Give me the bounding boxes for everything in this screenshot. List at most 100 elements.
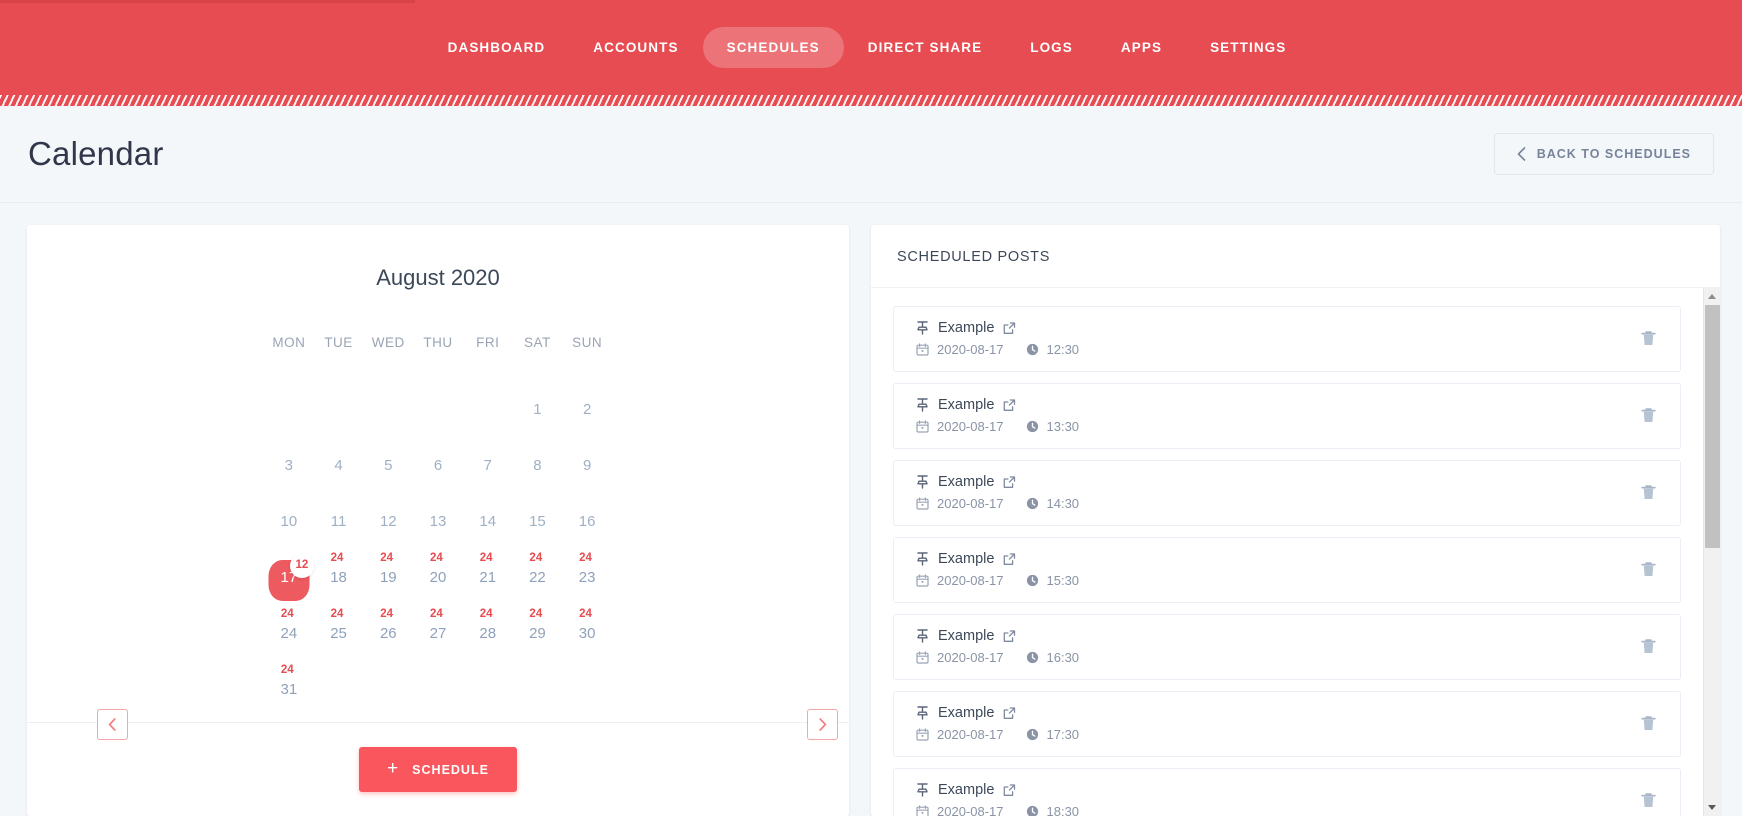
external-link-icon[interactable] (1003, 629, 1016, 643)
day-number[interactable]: 8 (533, 458, 541, 473)
back-to-schedules-button[interactable]: BACK TO SCHEDULES (1493, 133, 1714, 175)
day-number[interactable]: 26 (380, 626, 397, 641)
delete-post-button[interactable] (1635, 324, 1662, 353)
external-link-icon[interactable] (1003, 398, 1016, 412)
scheduled-post-row[interactable]: Example 2020-08-17 13:30 (893, 383, 1681, 449)
delete-post-button[interactable] (1635, 401, 1662, 430)
day-number[interactable]: 24 (281, 626, 298, 641)
nav-item-logs[interactable]: LOGS (1006, 27, 1097, 68)
day-number[interactable]: 14 (479, 514, 496, 529)
day-number[interactable]: 23 (579, 570, 596, 585)
nav-item-schedules[interactable]: SCHEDULES (702, 27, 844, 68)
schedule-button[interactable]: + SCHEDULE (359, 747, 517, 792)
day-number[interactable]: 5 (384, 458, 392, 473)
calendar-day-2[interactable]: 2 (562, 390, 612, 429)
day-number[interactable]: 29 (529, 626, 546, 641)
scrollbar-up-button[interactable] (1704, 288, 1721, 305)
nav-item-accounts[interactable]: ACCOUNTS (569, 27, 702, 68)
day-number[interactable]: 22 (529, 570, 546, 585)
calendar-day-15[interactable]: 15 (513, 502, 563, 541)
calendar-day-24[interactable]: 24 24 (264, 608, 314, 653)
scheduled-post-row[interactable]: Example 2020-08-17 12:30 (893, 306, 1681, 372)
scrollbar-track[interactable] (1704, 305, 1720, 799)
day-number[interactable]: 16 (579, 514, 596, 529)
day-number[interactable]: 20 (430, 570, 447, 585)
day-number[interactable]: 25 (330, 626, 347, 641)
calendar-day-28[interactable]: 24 28 (463, 608, 513, 653)
calendar-day-21[interactable]: 24 21 (463, 552, 513, 597)
delete-post-button[interactable] (1635, 786, 1662, 815)
delete-post-button[interactable] (1635, 478, 1662, 507)
calendar-day-22[interactable]: 24 22 (513, 552, 563, 597)
nav-item-direct-share[interactable]: DIRECT SHARE (844, 27, 1006, 68)
external-link-icon[interactable] (1003, 321, 1016, 335)
calendar-day-5[interactable]: 5 (363, 446, 413, 485)
delete-post-button[interactable] (1635, 632, 1662, 661)
scheduled-post-row[interactable]: Example 2020-08-17 14:30 (893, 460, 1681, 526)
nav-item-settings[interactable]: SETTINGS (1186, 27, 1310, 68)
calendar-day-26[interactable]: 24 26 (363, 608, 413, 653)
external-link-icon[interactable] (1003, 552, 1016, 566)
calendar-day-20[interactable]: 24 20 (413, 552, 463, 597)
external-link-icon[interactable] (1003, 475, 1016, 489)
scheduled-post-row[interactable]: Example 2020-08-17 17:30 (893, 691, 1681, 757)
scheduled-post-row[interactable]: Example 2020-08-17 15:30 (893, 537, 1681, 603)
scrollbar-thumb[interactable] (1705, 305, 1720, 548)
day-number[interactable]: 19 (380, 570, 397, 585)
calendar-day-7[interactable]: 7 (463, 446, 513, 485)
calendar-next-month-button[interactable] (807, 709, 838, 740)
calendar-day-31[interactable]: 24 31 (264, 664, 314, 709)
nav-item-dashboard[interactable]: DASHBOARD (424, 27, 570, 68)
calendar-day-14[interactable]: 14 (463, 502, 513, 541)
day-number[interactable]: 9 (583, 458, 591, 473)
calendar-day-18[interactable]: 24 18 (314, 552, 364, 597)
scheduled-post-row[interactable]: Example 2020-08-17 16:30 (893, 614, 1681, 680)
calendar-day-1[interactable]: 1 (513, 390, 563, 429)
day-number[interactable]: 27 (430, 626, 447, 641)
delete-post-button[interactable] (1635, 555, 1662, 584)
calendar-prev-month-button[interactable] (97, 709, 128, 740)
weekday-header-sun: SUN (572, 335, 603, 350)
calendar-day-23[interactable]: 24 23 (562, 552, 612, 597)
external-link-icon[interactable] (1003, 706, 1016, 720)
calendar-day-11[interactable]: 11 (314, 502, 364, 541)
scrollbar-down-button[interactable] (1704, 799, 1721, 816)
calendar-day-4[interactable]: 4 (314, 446, 364, 485)
calendar-day-9[interactable]: 9 (562, 446, 612, 485)
external-link-icon[interactable] (1003, 783, 1016, 797)
nav-item-apps[interactable]: APPS (1097, 27, 1186, 68)
delete-post-button[interactable] (1635, 709, 1662, 738)
day-number[interactable]: 28 (479, 626, 496, 641)
calendar-day-27[interactable]: 24 27 (413, 608, 463, 653)
calendar-day-6[interactable]: 6 (413, 446, 463, 485)
calendar-day-16[interactable]: 16 (562, 502, 612, 541)
day-number[interactable]: 15 (529, 514, 546, 529)
calendar-day-3[interactable]: 3 (264, 446, 314, 485)
day-number[interactable]: 7 (484, 458, 492, 473)
day-number[interactable]: 30 (579, 626, 596, 641)
calendar-day-19[interactable]: 24 19 (363, 552, 413, 597)
day-number[interactable]: 2 (583, 402, 591, 417)
day-count-badge: 24 (380, 608, 394, 620)
day-number[interactable]: 21 (479, 570, 496, 585)
calendar-day-17[interactable]: 12 17 (264, 554, 314, 601)
calendar-day-10[interactable]: 10 (264, 502, 314, 541)
calendar-day-8[interactable]: 8 (513, 446, 563, 485)
calendar-day-30[interactable]: 24 30 (562, 608, 612, 653)
day-number[interactable]: 18 (330, 570, 347, 585)
calendar-day-12[interactable]: 12 (363, 502, 413, 541)
scrollbar[interactable] (1703, 288, 1720, 816)
calendar-day-25[interactable]: 24 25 (314, 608, 364, 653)
day-number[interactable]: 13 (430, 514, 447, 529)
day-number[interactable]: 11 (331, 514, 347, 529)
day-number[interactable]: 1 (533, 402, 541, 417)
calendar-day-13[interactable]: 13 (413, 502, 463, 541)
day-number[interactable]: 6 (434, 458, 442, 473)
calendar-day-29[interactable]: 24 29 (513, 608, 563, 653)
day-number[interactable]: 3 (285, 458, 293, 473)
scheduled-post-row[interactable]: Example 2020-08-17 18:30 (893, 768, 1681, 816)
day-number[interactable]: 10 (281, 514, 298, 529)
day-number[interactable]: 4 (334, 458, 342, 473)
day-number[interactable]: 31 (281, 682, 298, 697)
day-number[interactable]: 12 (380, 514, 397, 529)
